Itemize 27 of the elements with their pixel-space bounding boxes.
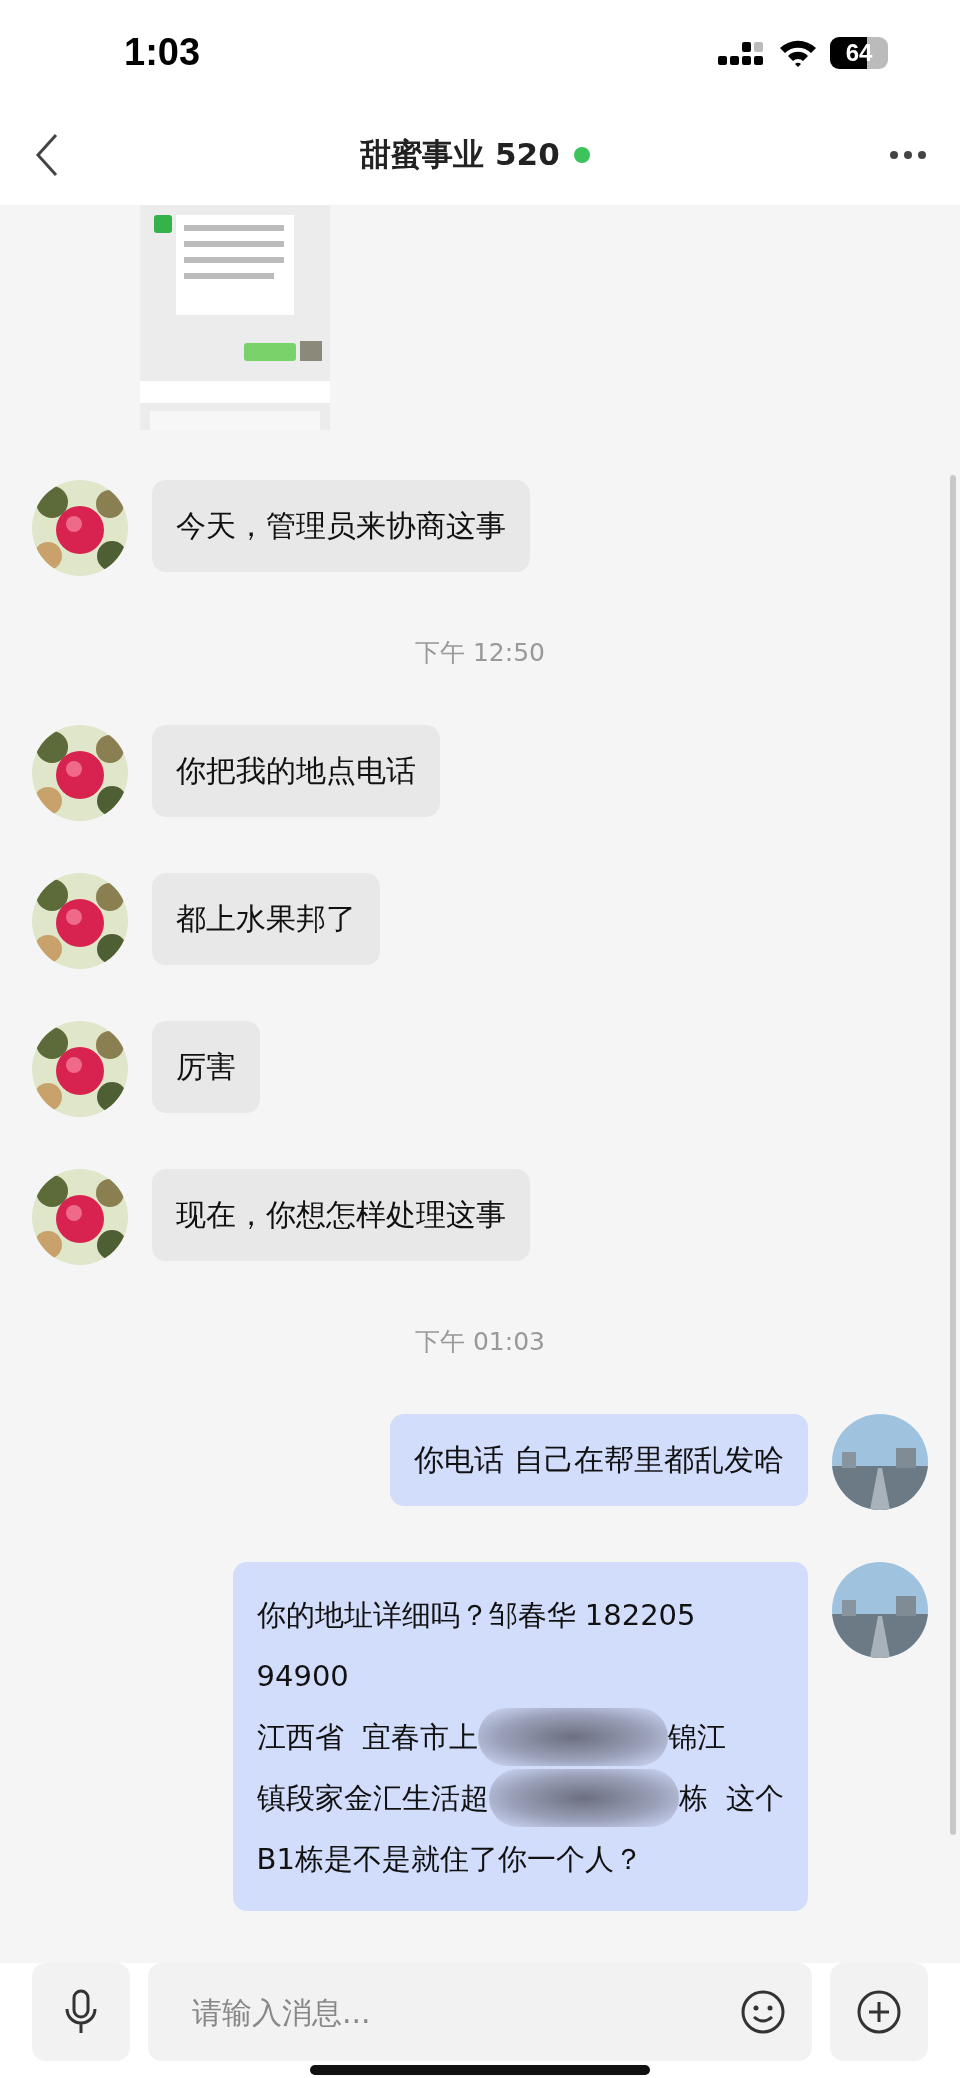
- message-bubble: 你把我的地点电话: [152, 725, 440, 817]
- timestamp: 下午 12:50: [415, 637, 545, 669]
- more-icon[interactable]: [890, 150, 926, 160]
- message-text: 江西省 宜春市上: [256, 1718, 478, 1756]
- signal-icon: [718, 39, 766, 66]
- chat-title: 甜蜜事业 520: [360, 135, 560, 174]
- message-bubble: 都上水果邦了: [152, 873, 380, 965]
- message-text: 栋 这个: [678, 1779, 784, 1817]
- microphone-icon: [64, 1989, 98, 2035]
- scrollbar[interactable]: [950, 475, 956, 1835]
- smiley-icon[interactable]: [740, 1989, 786, 2035]
- message-bubble: 你电话 自己在帮里都乱发哈: [390, 1414, 808, 1506]
- clock: 1:03: [124, 31, 201, 74]
- message-bubble: 厉害: [152, 1021, 260, 1113]
- message-text: 锦江: [668, 1718, 726, 1756]
- back-icon[interactable]: [34, 133, 60, 177]
- message-text: 你的地址详细吗？邹春华 182205: [256, 1596, 696, 1634]
- plus-icon: [856, 1989, 902, 2035]
- home-indicator[interactable]: [310, 2064, 650, 2075]
- message-text: B1栋是不是就住了你一个人？: [256, 1840, 643, 1878]
- message-text: 镇段家金汇生活超: [256, 1779, 489, 1817]
- add-button[interactable]: [830, 1963, 928, 2061]
- timestamp: 下午 01:03: [415, 1326, 545, 1358]
- message-bubble: 现在，你想怎样处理这事: [152, 1169, 530, 1261]
- voice-button[interactable]: [32, 1963, 130, 2061]
- message-text: 94900: [256, 1657, 349, 1695]
- message-bubble: 今天，管理员来协商这事: [152, 480, 530, 572]
